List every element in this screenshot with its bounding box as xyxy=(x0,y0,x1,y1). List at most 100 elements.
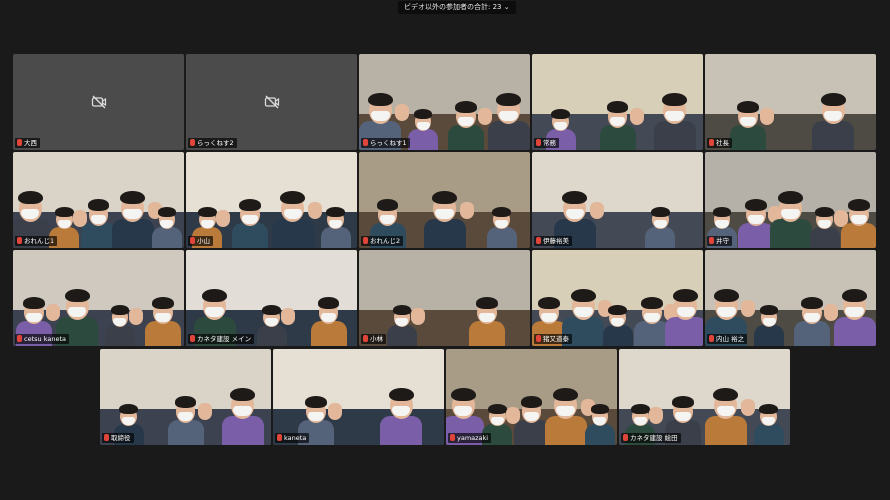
face-mask xyxy=(715,220,729,228)
torso xyxy=(704,415,747,445)
participant-tile[interactable]: kaneta xyxy=(273,349,444,445)
participant-tile[interactable]: 取締役 xyxy=(100,349,271,445)
video-feed xyxy=(532,152,703,248)
face-mask xyxy=(379,214,396,224)
participant-tile[interactable]: 猪又道泰 xyxy=(532,250,703,346)
participant-name-label: 井守 xyxy=(707,236,732,246)
participant-tile[interactable]: 大西 xyxy=(13,54,184,150)
mic-muted-icon xyxy=(277,434,282,441)
participant-person xyxy=(754,301,785,346)
hair xyxy=(151,296,174,309)
mic-muted-icon xyxy=(709,335,714,342)
hair xyxy=(229,387,256,402)
video-feed xyxy=(186,152,357,248)
participant-person xyxy=(380,382,423,445)
hair xyxy=(120,190,146,205)
participant-tile[interactable]: らっくねす1 xyxy=(359,54,530,150)
participant-person xyxy=(769,185,812,248)
participant-tile[interactable]: 井守 xyxy=(705,152,876,248)
waving-hand xyxy=(327,402,342,420)
face-mask xyxy=(371,111,390,122)
participant-person xyxy=(645,203,676,248)
mic-muted-icon xyxy=(17,237,22,244)
hair xyxy=(87,198,110,211)
face-mask xyxy=(457,116,474,126)
torso xyxy=(544,415,587,445)
hair xyxy=(201,288,228,303)
participant-name: カネタ建設 絵田 xyxy=(630,434,678,442)
participant-name-label: 社長 xyxy=(707,138,732,148)
participant-tile[interactable]: 小林 xyxy=(359,250,530,346)
hair xyxy=(800,296,823,309)
face-mask xyxy=(781,209,800,220)
video-feed xyxy=(273,349,444,445)
participant-name: 小林 xyxy=(370,335,383,343)
participant-person xyxy=(256,301,295,346)
torso xyxy=(144,320,181,346)
torso xyxy=(486,227,517,248)
hair xyxy=(661,92,688,107)
participant-person xyxy=(408,105,439,150)
participant-tile[interactable]: らっくねす2 xyxy=(186,54,357,150)
torso xyxy=(769,218,812,248)
mic-muted-icon xyxy=(709,237,714,244)
participant-person xyxy=(809,203,848,248)
participant-name: おれんじ1 xyxy=(24,237,55,245)
face-mask xyxy=(553,122,568,130)
face-mask xyxy=(264,318,279,326)
mic-muted-icon xyxy=(536,139,541,146)
participant-tile[interactable]: 社長 xyxy=(705,54,876,150)
participant-tile[interactable]: おれんじ1 xyxy=(13,152,184,248)
mic-muted-icon xyxy=(536,335,541,342)
face-mask xyxy=(633,417,647,425)
participant-person xyxy=(271,185,322,248)
participant-tile[interactable]: yamazaki xyxy=(446,349,617,445)
participant-name: 取締役 xyxy=(111,434,131,442)
torso xyxy=(599,124,636,150)
waving-hand xyxy=(649,407,664,424)
hair xyxy=(388,387,414,402)
hair xyxy=(492,206,511,217)
face-mask xyxy=(154,312,171,322)
face-mask xyxy=(329,220,343,228)
hair xyxy=(280,190,306,205)
waving-hand xyxy=(197,402,212,420)
participant-name-label: 取締役 xyxy=(102,433,134,443)
hair xyxy=(392,304,411,315)
video-feed xyxy=(100,349,271,445)
participant-person xyxy=(232,194,269,248)
mic-muted-icon xyxy=(104,434,109,441)
hair xyxy=(651,206,670,217)
torso xyxy=(151,227,182,248)
torso xyxy=(793,320,830,346)
hair xyxy=(157,206,177,217)
video-feed xyxy=(13,250,184,346)
mic-muted-icon xyxy=(363,335,368,342)
hair xyxy=(376,198,399,211)
participant-tile[interactable]: 伊藤裕美 xyxy=(532,152,703,248)
waving-hand xyxy=(589,201,604,219)
torso xyxy=(310,320,347,346)
participant-person xyxy=(423,185,474,248)
hair xyxy=(713,387,739,402)
torso xyxy=(104,325,135,346)
torso xyxy=(645,227,676,248)
participant-tile[interactable]: おれんじ2 xyxy=(359,152,530,248)
participant-person xyxy=(544,382,595,445)
hair xyxy=(367,92,393,107)
participant-tile[interactable]: 小山 xyxy=(186,152,357,248)
face-mask xyxy=(416,122,430,130)
participant-name: らっくねす2 xyxy=(197,139,234,147)
participant-tile[interactable]: カネタ建設 メイン xyxy=(186,250,357,346)
hair xyxy=(606,100,629,113)
waving-hand xyxy=(629,107,644,125)
participant-tile[interactable]: カネタ建設 絵田 xyxy=(619,349,790,445)
face-mask xyxy=(200,220,214,228)
video-feed xyxy=(619,349,790,445)
participant-tile[interactable]: 常務 xyxy=(532,54,703,150)
participant-name-label: らっくねす2 xyxy=(188,138,237,148)
face-mask xyxy=(850,214,867,224)
participant-tile[interactable]: 内山 裕之 xyxy=(705,250,876,346)
participant-tile[interactable]: cetsu kaneta xyxy=(13,250,184,346)
face-mask xyxy=(818,220,832,228)
